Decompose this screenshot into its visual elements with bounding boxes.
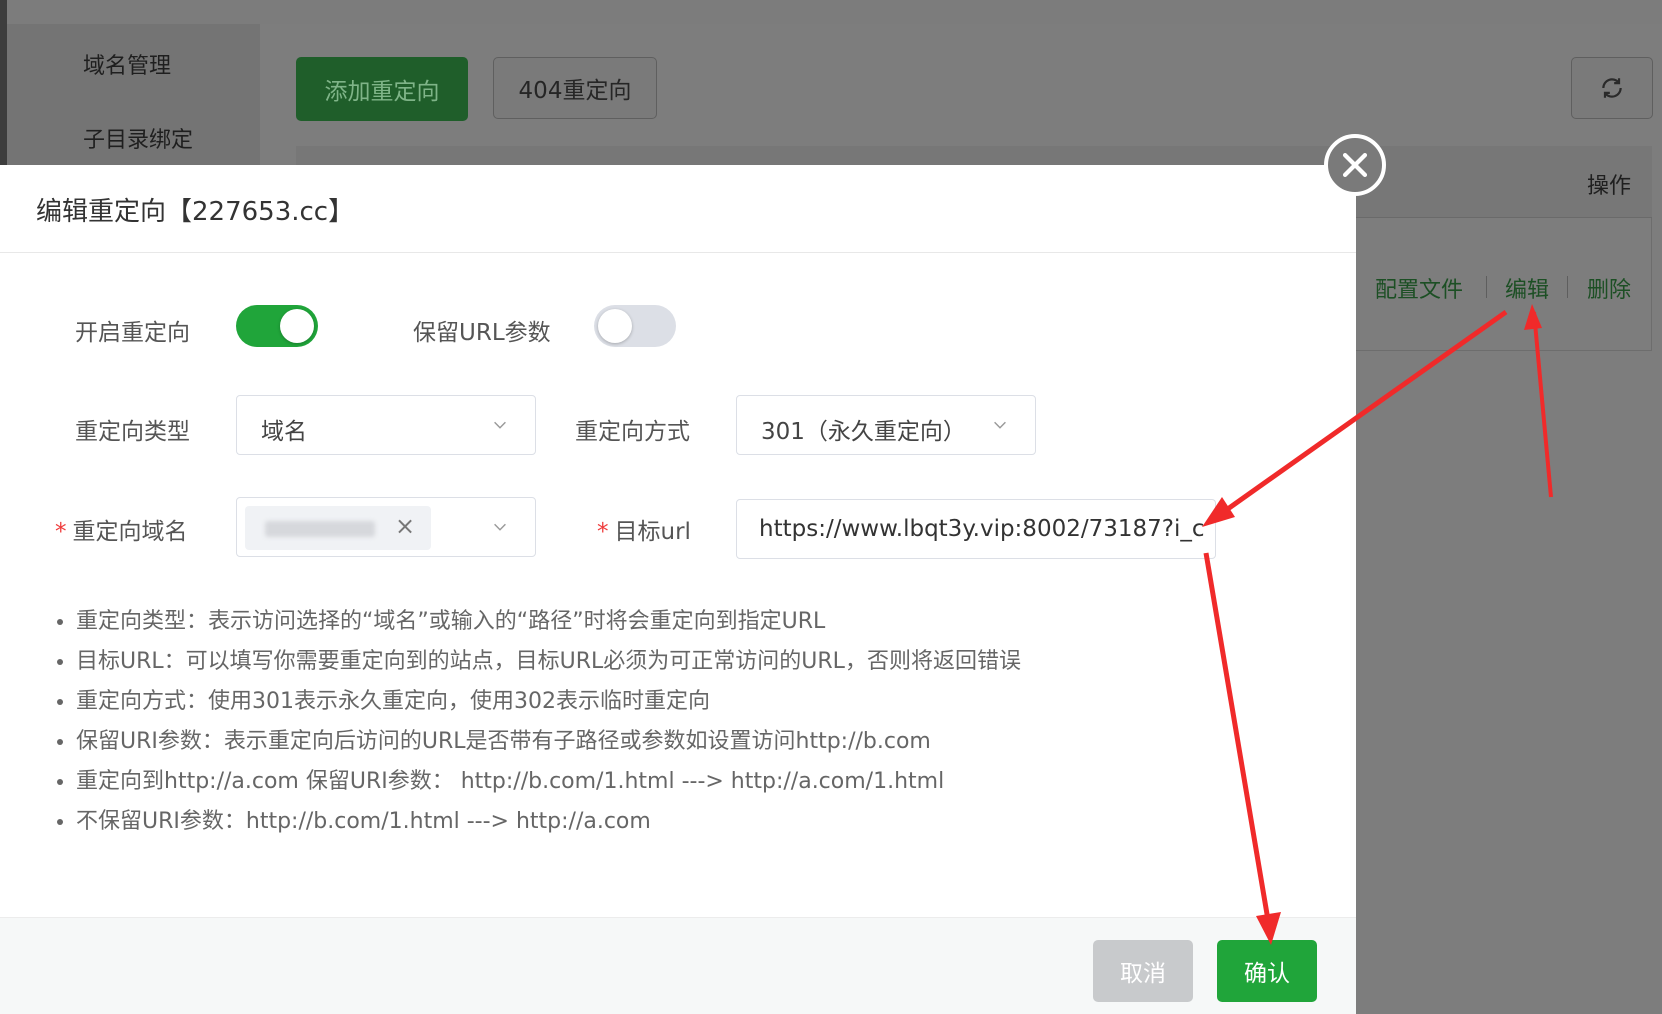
config-file-link[interactable]: 配置文件 [1375,272,1463,304]
close-icon[interactable]: × [395,512,415,540]
enable-redirect-label: 开启重定向 [75,320,190,346]
tip-item: 不保留URI参数：http://b.com/1.html ---> http:/… [76,802,1021,842]
close-icon [1342,152,1368,178]
tip-item: 重定向类型：表示访问选择的“域名”或输入的“路径”时将会重定向到指定URL [76,602,1021,642]
chevron-down-icon [994,421,1006,429]
redirect-domain-label-text: 重定向域名 [72,519,188,545]
column-header-operation: 操作 [1587,174,1632,199]
tip-item: 目标URL：可以填写你需要重定向到的站点，目标URL必须为可正常访问的URL，否… [76,642,1021,682]
divider [1486,276,1487,298]
target-url-label-text: 目标url [614,519,691,545]
redirect-type-value: 域名 [261,419,307,445]
redirect-method-select[interactable]: 301（永久重定向） [736,395,1036,455]
divider [1567,276,1568,298]
redirect-type-select[interactable]: 域名 [236,395,536,455]
chevron-down-icon [494,523,506,531]
sidebar-item-domain-management[interactable]: 域名管理 [83,48,171,80]
confirm-button[interactable]: 确认 [1217,940,1317,1002]
redirect-method-value: 301（永久重定向） [761,419,966,445]
target-url-value: https://www.lbqt3y.vip:8002/73187?i_c [759,516,1205,542]
target-url-label: * 目标url [597,512,691,546]
top-bar [7,0,1662,25]
redirect-method-label: 重定向方式 [575,419,690,445]
redirect-404-button[interactable]: 404重定向 [493,57,657,119]
cancel-button[interactable]: 取消 [1093,940,1193,1002]
selected-domain-tag: × [245,506,431,550]
refresh-button[interactable] [1571,57,1653,119]
target-url-input[interactable]: https://www.lbqt3y.vip:8002/73187?i_c [736,499,1216,559]
tip-item: 保留URI参数：表示重定向后访问的URL是否带有子路径或参数如设置访问http:… [76,722,1021,762]
sidebar-item-subdirectory-binding[interactable]: 子目录绑定 [83,122,193,154]
keep-url-params-label: 保留URL参数 [413,320,551,346]
add-redirect-button[interactable]: 添加重定向 [296,57,468,121]
toggle-knob [598,309,632,343]
chevron-down-icon [494,421,506,429]
redirect-domain-label: * 重定向域名 [55,512,188,546]
blurred-domain-text [265,521,375,537]
edit-redirect-dialog: 编辑重定向【227653.cc】 开启重定向 保留URL参数 重定向类型 域名 … [0,165,1356,1014]
tip-item: 重定向方式：使用301表示永久重定向，使用302表示临时重定向 [76,682,1021,722]
delete-link[interactable]: 删除 [1587,272,1631,304]
enable-redirect-toggle[interactable] [236,305,318,347]
tip-item: 重定向到http://a.com 保留URI参数： http://b.com/1… [76,762,1021,802]
dialog-header: 编辑重定向【227653.cc】 [0,165,1356,253]
redirect-type-label: 重定向类型 [75,419,190,445]
dialog-footer: 取消 确认 [0,917,1356,1014]
help-tips-list: 重定向类型：表示访问选择的“域名”或输入的“路径”时将会重定向到指定URL 目标… [46,602,1021,842]
close-dialog-button[interactable] [1324,134,1386,196]
edit-link[interactable]: 编辑 [1505,272,1549,304]
keep-url-params-toggle[interactable] [594,305,676,347]
required-mark: * [597,519,609,545]
redirect-domain-select[interactable]: × [236,497,536,557]
dialog-title: 编辑重定向【227653.cc】 [36,197,355,227]
refresh-icon [1602,78,1622,98]
required-mark: * [55,519,67,545]
toggle-knob [280,309,314,343]
